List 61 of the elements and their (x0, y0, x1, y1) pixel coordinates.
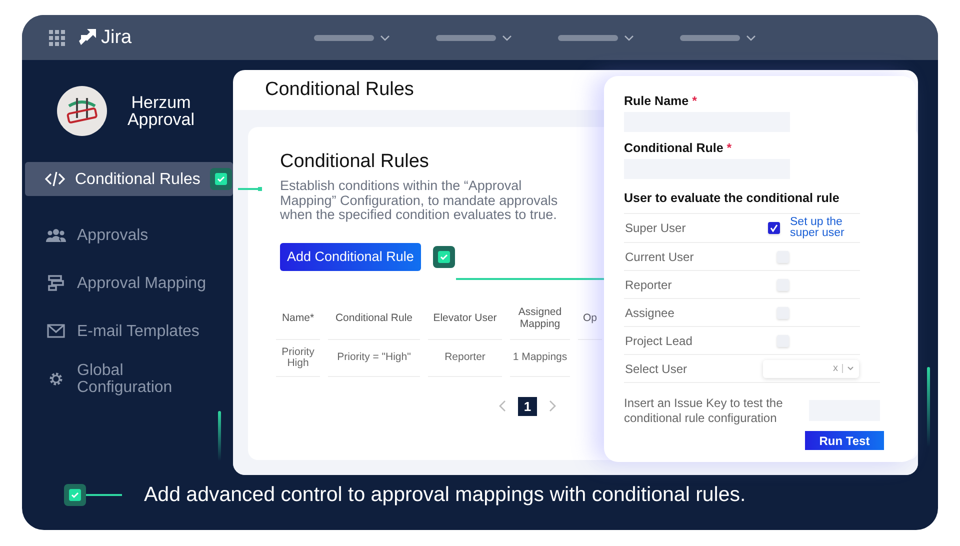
checkbox[interactable] (777, 334, 789, 346)
app-name: Jira (101, 26, 132, 48)
column-header: Assigned Mapping (510, 296, 570, 340)
run-test-button[interactable]: Run Test (805, 431, 884, 450)
scroll-indicator (218, 411, 221, 461)
card-description: Establish conditions within the “Approval Mapping” Configuration, to mandate approvals when the specified condition evaluates to true. (280, 179, 559, 222)
leader-line (86, 494, 122, 496)
code-icon (45, 171, 65, 187)
checkbox[interactable] (777, 278, 789, 290)
nav-menu-placeholder[interactable] (558, 34, 634, 40)
caption: Add advanced control to approval mappings with conditional rules. (144, 483, 746, 507)
brand-logo-icon (57, 86, 107, 136)
sidebar-item[interactable]: Approvals (25, 218, 233, 252)
check-badge-icon (432, 246, 455, 268)
nav-menu-placeholder[interactable] (314, 34, 390, 40)
leader-line (238, 188, 260, 190)
sidebar-item[interactable]: Approval Mapping (25, 266, 233, 300)
checkbox[interactable] (768, 222, 780, 234)
column-header: Elevator User (428, 296, 502, 340)
column-header: Name* (276, 296, 320, 340)
user-select[interactable]: x (763, 360, 859, 378)
settings-icon (48, 371, 64, 387)
app-grid-icon[interactable] (49, 30, 65, 46)
user-option-label: Select User (624, 362, 688, 376)
column-header: Op (578, 296, 602, 340)
section-heading: User to evaluate the conditional rule (624, 191, 840, 205)
caret-icon[interactable] (847, 366, 854, 371)
card-title: Conditional Rules (280, 151, 429, 173)
column-header: Conditional Rule (328, 296, 420, 340)
nav-menu-placeholder[interactable] (436, 34, 512, 40)
page-button[interactable]: 1 (518, 396, 537, 416)
layout-icon (47, 274, 65, 292)
checkbox[interactable] (777, 250, 789, 262)
checkbox[interactable] (777, 306, 789, 318)
table-cell: Priority High (276, 340, 320, 376)
user-option-label: Assignee (624, 306, 676, 320)
page-title: Conditional Rules (264, 78, 414, 102)
setup-link[interactable]: Set up the super user (790, 216, 860, 240)
chevron-right-icon[interactable] (549, 400, 557, 412)
nav-menu-placeholder[interactable] (680, 34, 756, 40)
user-option-label: Current User (624, 250, 695, 264)
field-label: Conditional Rule * (624, 141, 732, 155)
brand-title: Herzum Approval (126, 94, 196, 128)
table-cell: Priority = "High" (328, 340, 420, 376)
table-cell: 1 Mappings (510, 340, 570, 376)
mail-icon (47, 324, 65, 338)
check-badge-icon (210, 168, 232, 190)
user-option-label: Reporter (624, 278, 673, 292)
people-icon (46, 228, 66, 242)
field-label: Rule Name * (624, 94, 697, 108)
jira-logo-icon (77, 28, 97, 48)
user-option-label: Super User (624, 221, 687, 235)
test-label: Insert an Issue Key to test the conditional rule configuration (624, 396, 784, 425)
check-badge-icon (64, 484, 86, 506)
add-rule-button[interactable]: Add Conditional Rule (280, 242, 421, 270)
sidebar-item[interactable]: Conditional Rules (25, 162, 233, 196)
sidebar-item[interactable]: Global Configuration (25, 362, 233, 396)
user-option-label: Project Lead (624, 334, 694, 348)
sidebar-item[interactable]: E-mail Templates (25, 314, 233, 348)
table-cell: Reporter (428, 340, 502, 376)
chevron-left-icon[interactable] (498, 400, 506, 412)
